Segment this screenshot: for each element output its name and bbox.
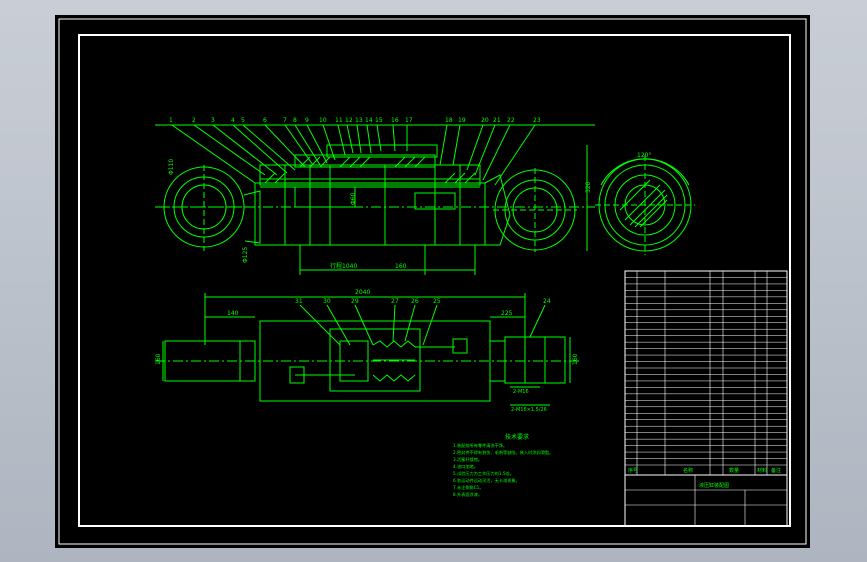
svg-text:8.外表面涂漆。: 8.外表面涂漆。 [453,491,482,498]
svg-text:7: 7 [283,117,287,124]
svg-text:19: 19 [458,117,466,124]
svg-text:3.活塞杆镀铬。: 3.活塞杆镀铬。 [453,456,482,463]
svg-text:27: 27 [391,298,399,305]
bom-header-mat: 材料 [757,467,767,474]
dim-thread-2: 2-M16×1.5/26 [511,407,547,413]
bom-header-note: 备注 [771,467,781,474]
title-block: 序号 名称 数量 材料 备注 液压缸装配图 [624,270,788,527]
dim-height: 320 [585,181,592,193]
svg-text:5: 5 [241,117,245,124]
svg-text:20: 20 [481,117,489,124]
cad-viewport[interactable]: 1 2 3 4 5 6 7 8 9 10 11 12 13 14 15 16 1… [55,15,810,548]
svg-text:1: 1 [169,117,173,124]
dim-rod: Φ60 [350,192,357,205]
svg-text:1.装配前所有零件清洗干净。: 1.装配前所有零件清洗干净。 [453,442,507,449]
tech-notes: 技术要求 1.装配前所有零件清洗干净。 2.密封件不得有划伤、毛刺等缺陷，装入时… [453,433,553,498]
bom-header-name: 名称 [683,467,693,474]
dim-left: 140 [227,310,239,317]
front-view: 1 2 3 4 5 6 7 8 9 10 11 12 13 14 15 16 1… [155,117,595,275]
svg-text:8: 8 [293,117,297,124]
section-view: 120° [595,152,695,255]
svg-text:6.各运动件运动灵活，无卡滞现象。: 6.各运动件运动灵活，无卡滞现象。 [453,477,520,484]
front-view-balloons: 1 2 3 4 5 6 7 8 9 10 11 12 13 14 15 16 1… [169,117,541,124]
svg-text:3: 3 [211,117,215,124]
dim-left-eye: Φ110 [168,159,175,175]
svg-text:11: 11 [335,117,343,124]
dim-160: 160 [395,263,407,270]
svg-text:13: 13 [355,117,363,124]
svg-text:21: 21 [493,117,501,124]
dim-stroke: 行程1040 [330,262,357,270]
dim-bore: Φ125 [242,247,249,263]
svg-text:6: 6 [263,117,267,124]
top-right-eye [504,336,566,384]
svg-text:9: 9 [305,117,309,124]
svg-text:2: 2 [192,117,196,124]
svg-text:18: 18 [445,117,453,124]
dim-thread-1: 2-M16 [513,389,529,395]
svg-text:23: 23 [533,117,541,124]
svg-text:7.未注倒角C1。: 7.未注倒角C1。 [453,484,484,491]
svg-text:29: 29 [351,298,359,305]
svg-text:4.油口加堵。: 4.油口加堵。 [453,463,478,470]
svg-text:22: 22 [507,117,515,124]
drawing-name: 液压缸装配图 [699,482,729,489]
inner-frame [78,34,791,527]
svg-text:31: 31 [295,298,303,305]
bom-header-no: 序号 [628,467,638,474]
top-view: 2040 140 225 160 160 2-M16 2-M16×1.5/26 … [155,289,580,413]
svg-text:14: 14 [365,117,373,124]
dim-height-left: 160 [155,353,162,365]
bom-header-qty: 数量 [729,467,739,474]
svg-text:15: 15 [375,117,383,124]
svg-text:17: 17 [405,117,413,124]
svg-text:5.试验压力为工作压力的1.5倍。: 5.试验压力为工作压力的1.5倍。 [453,470,514,477]
dim-height-right: 160 [572,353,579,365]
cylinder-barrel [254,182,486,246]
dim-overall: 2040 [355,289,370,296]
svg-text:24: 24 [543,298,551,305]
notes-title: 技术要求 [505,433,529,441]
svg-text:10: 10 [319,117,327,124]
svg-text:26: 26 [411,298,419,305]
dim-right: 225 [501,310,513,317]
svg-text:25: 25 [433,298,441,305]
svg-text:4: 4 [231,117,235,124]
svg-text:2.密封件不得有划伤、毛刺等缺陷，装入时涂润滑脂。: 2.密封件不得有划伤、毛刺等缺陷，装入时涂润滑脂。 [453,449,553,456]
dim-angle: 120° [637,152,651,159]
svg-text:12: 12 [345,117,353,124]
top-view-balloons: 31 30 29 27 26 25 24 [295,298,551,305]
svg-text:16: 16 [391,117,399,124]
svg-text:30: 30 [323,298,331,305]
cad-drawing: 1 2 3 4 5 6 7 8 9 10 11 12 13 14 15 16 1… [58,18,807,545]
